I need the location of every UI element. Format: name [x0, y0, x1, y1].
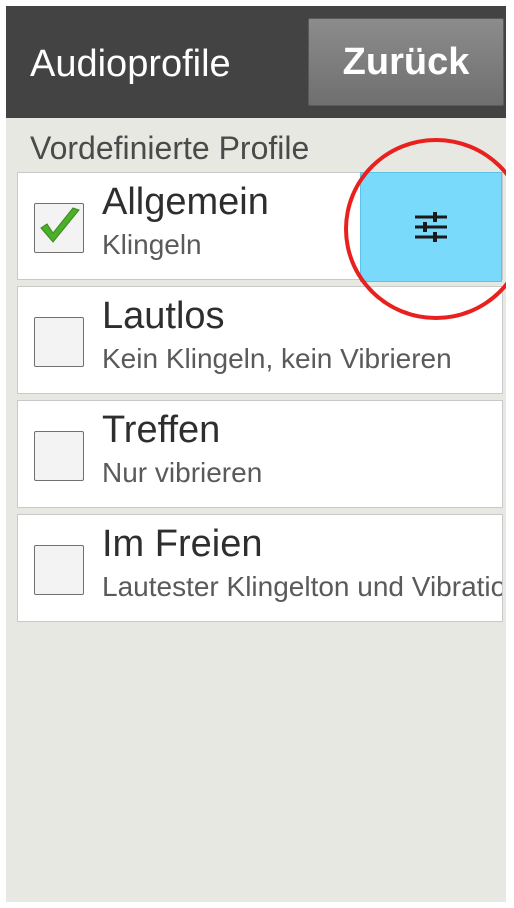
- profile-item-treffen[interactable]: Treffen Nur vibrieren: [17, 400, 503, 508]
- profile-checkbox[interactable]: [34, 431, 84, 481]
- profile-settings-button[interactable]: [360, 172, 502, 282]
- page-title: Audioprofile: [30, 43, 231, 85]
- profile-name: Lautlos: [102, 295, 225, 337]
- profile-item-lautlos[interactable]: Lautlos Kein Klingeln, kein Vibrieren: [17, 286, 503, 394]
- profile-item-im-freien[interactable]: Im Freien Lautester Klingelton und Vibra…: [17, 514, 503, 622]
- profile-name: Treffen: [102, 409, 221, 451]
- audio-profiles-screen: Audioprofile Zurück Vordefinierte Profil…: [6, 6, 506, 902]
- profile-name: Allgemein: [102, 181, 269, 223]
- profile-checkbox[interactable]: [34, 317, 84, 367]
- profile-checkbox[interactable]: [34, 203, 84, 253]
- profile-checkbox[interactable]: [34, 545, 84, 595]
- back-button[interactable]: Zurück: [308, 18, 504, 106]
- profile-description: Kein Klingeln, kein Vibrieren: [102, 343, 452, 374]
- profile-name: Im Freien: [102, 523, 263, 565]
- title-bar: Audioprofile Zurück: [6, 6, 506, 118]
- profile-description: Klingeln: [102, 229, 202, 260]
- section-label: Vordefinierte Profile: [30, 130, 310, 166]
- profile-description: Lautester Klingelton und Vibration: [102, 571, 503, 602]
- profile-description: Nur vibrieren: [102, 457, 263, 488]
- checkmark-icon: [40, 207, 80, 243]
- sliders-icon: [415, 212, 447, 242]
